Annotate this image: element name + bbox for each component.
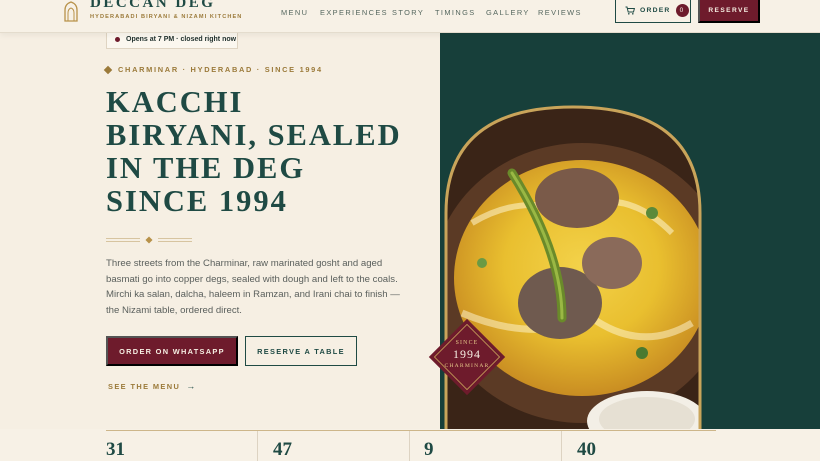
- reserve-table-button[interactable]: RESERVE A TABLE: [245, 336, 357, 366]
- see-menu-label: SEE THE MENU: [108, 381, 181, 391]
- hero-title-line: BIRYANI, SEALED: [106, 118, 402, 152]
- nav-reviews[interactable]: REVIEWS: [538, 8, 582, 17]
- nav-menu[interactable]: MENU: [281, 8, 308, 17]
- nav-gallery[interactable]: GALLERY: [486, 8, 530, 17]
- brand-name[interactable]: DECCAN DEG: [90, 0, 215, 12]
- hero-title-line: IN THE DEG: [106, 151, 306, 185]
- reserve-button[interactable]: RESERVE: [698, 0, 760, 23]
- cart-icon: [625, 6, 635, 15]
- see-menu-link[interactable]: SEE THE MENU →: [108, 381, 197, 391]
- cart-count-badge: 0: [675, 4, 689, 17]
- stat-value: 9: [424, 439, 434, 460]
- order-whatsapp-button[interactable]: ORDER ON WHATSAPP: [106, 336, 238, 366]
- nav-story[interactable]: STORY: [392, 8, 424, 17]
- eyebrow-text: CHARMINAR · HYDERABAD · SINCE 1994: [118, 65, 323, 74]
- status-text: Opens at 7 PM · closed right now: [126, 35, 237, 43]
- arrow-right-icon: →: [186, 381, 197, 391]
- dome-logo-icon[interactable]: [63, 1, 79, 22]
- order-button[interactable]: ORDER 0: [615, 0, 691, 23]
- brand-tagline: HYDERABADI BIRYANI & NIZAMI KITCHEN: [90, 14, 243, 20]
- status-dot-icon: [115, 36, 120, 42]
- stat-value: 40: [577, 439, 596, 460]
- nav-timings[interactable]: TIMINGS: [435, 8, 476, 17]
- site-header: DECCAN DEG HYDERABADI BIRYANI & NIZAMI K…: [0, 0, 820, 33]
- hero-title: KACCHI BIRYANI, SEALED IN THE DEG SINCE …: [106, 86, 436, 218]
- diamond-icon: [103, 65, 113, 74]
- hero-eyebrow: CHARMINAR · HYDERABAD · SINCE 1994: [103, 65, 323, 74]
- stat-value: 31: [106, 439, 125, 460]
- stat-value: 47: [273, 439, 292, 460]
- nav-experiences[interactable]: EXPERIENCES: [320, 8, 388, 17]
- order-label: ORDER: [640, 7, 671, 14]
- hero-title-line: KACCHI: [106, 85, 244, 119]
- hero-description: Three streets from the Charminar, raw ma…: [106, 258, 400, 317]
- since-1994-seal: [428, 318, 506, 396]
- ornament-divider: [106, 236, 192, 244]
- stat-cell: [106, 431, 258, 461]
- hero-title-line: SINCE 1994: [106, 184, 288, 218]
